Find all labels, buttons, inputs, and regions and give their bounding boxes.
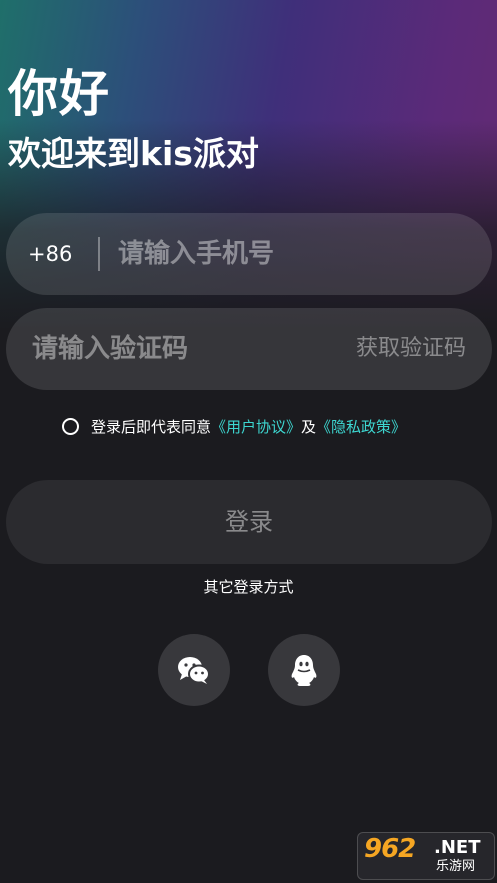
welcome-subtitle: 欢迎来到kis派对 — [8, 134, 259, 173]
watermark-domain: .NET — [434, 837, 481, 858]
phone-number-input[interactable] — [118, 213, 458, 295]
wechat-login-button[interactable] — [158, 634, 230, 706]
agreement-text: 登录后即代表同意 — [91, 417, 212, 436]
agreement-and-text: 及 — [301, 417, 317, 436]
user-agreement-link[interactable]: 《用户协议》 — [211, 416, 301, 437]
field-divider — [98, 237, 100, 271]
agreement-row: 登录后即代表同意 《用户协议》 及 《隐私政策》 — [62, 414, 406, 438]
watermark-site-name: 乐游网 — [436, 859, 476, 874]
qq-login-button[interactable] — [268, 634, 340, 706]
qq-icon — [291, 655, 317, 686]
agreement-checkbox[interactable] — [62, 417, 79, 435]
country-code-selector[interactable]: +86 — [28, 213, 72, 295]
verification-code-row: 获取验证码 — [6, 308, 492, 390]
site-watermark: 962 .NET 乐游网 — [357, 832, 495, 880]
get-code-button[interactable]: 获取验证码 — [356, 308, 466, 390]
watermark-brand: 962 — [364, 834, 416, 864]
privacy-policy-link[interactable]: 《隐私政策》 — [316, 416, 406, 437]
other-login-label: 其它登录方式 — [203, 578, 294, 596]
greeting-title: 你好 — [8, 65, 110, 123]
login-button[interactable]: 登录 — [6, 480, 492, 564]
phone-input-row: +86 — [6, 213, 492, 295]
verification-code-input[interactable] — [32, 308, 332, 390]
wechat-icon — [178, 657, 210, 684]
